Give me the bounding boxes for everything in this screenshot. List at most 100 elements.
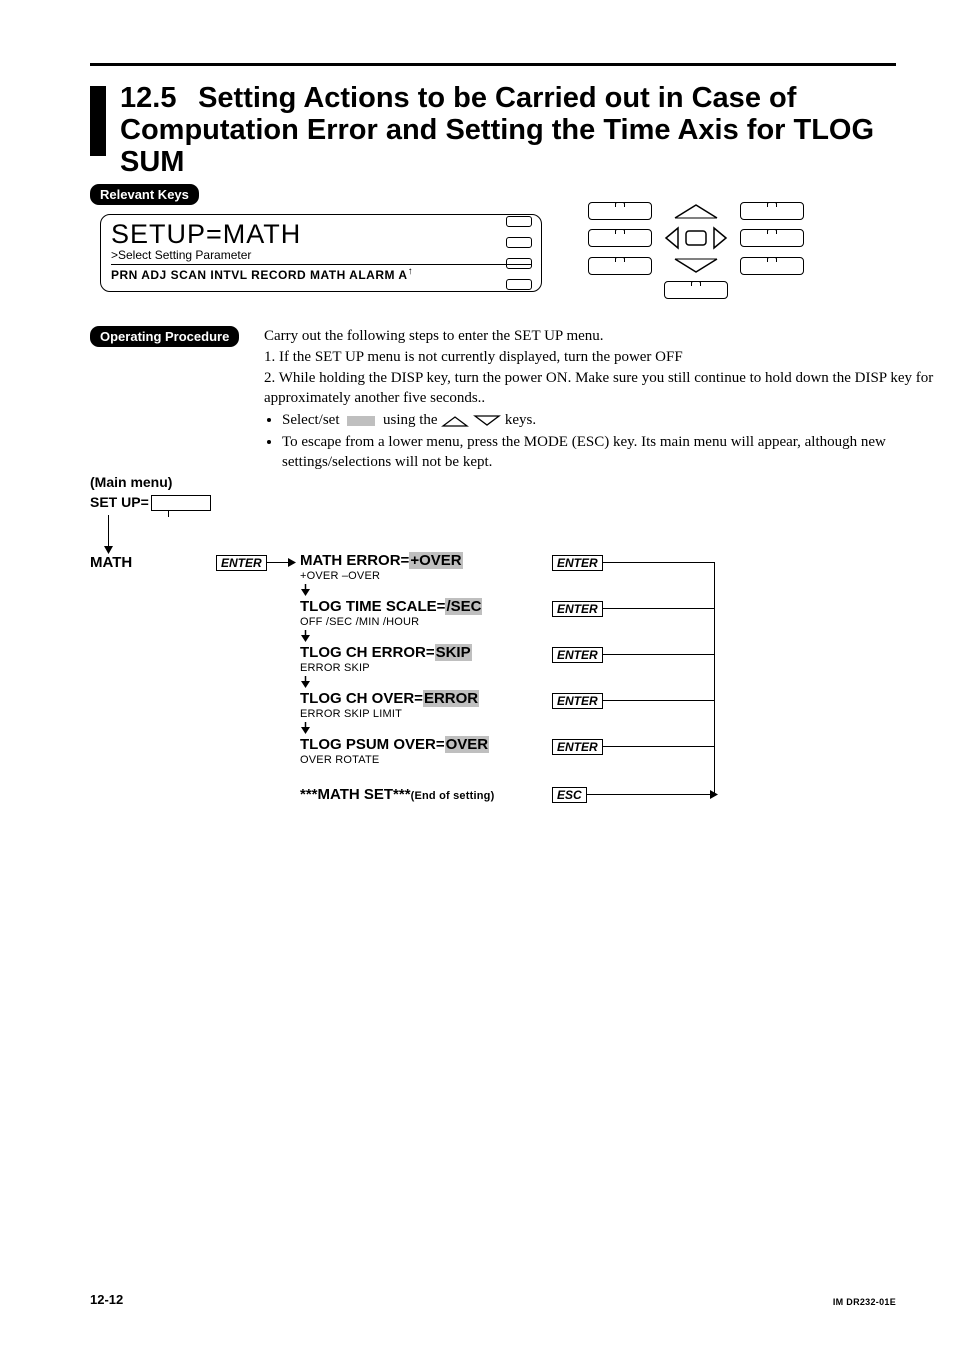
lcd-divider xyxy=(111,264,531,265)
keypad xyxy=(582,201,810,304)
key-r2c1 xyxy=(588,229,652,247)
down-arrow-r3 xyxy=(301,722,310,734)
param-row-4: TLOG PSUM OVER=OVER OVER ROTATE xyxy=(300,736,489,766)
end-row: ***MATH SET***(End of setting) xyxy=(300,786,494,804)
side-button-1 xyxy=(506,216,532,227)
key-r3c1 xyxy=(588,257,652,275)
setup-text: SET UP= xyxy=(90,494,149,510)
enter-row-4: ENTER xyxy=(552,738,603,756)
flow-hline-r0 xyxy=(602,562,714,563)
param-row-1: TLOG TIME SCALE=/SEC OFF /SEC /MIN /HOUR xyxy=(300,598,482,628)
main-menu-label: (Main menu) xyxy=(90,474,934,490)
procedure-step2: 2. While holding the DISP key, turn the … xyxy=(264,368,934,408)
lcd-subtitle: >Select Setting Parameter xyxy=(111,248,531,262)
key-r1c1 xyxy=(588,202,652,220)
param-row-2: TLOG CH ERROR=SKIP ERROR SKIP xyxy=(300,644,472,674)
flow-vline-right xyxy=(714,562,715,794)
lcd-title: SETUP=MATH xyxy=(111,219,531,250)
param-row-0: MATH ERROR=+OVER +OVER –OVER xyxy=(300,552,463,582)
flow-hline-r3 xyxy=(602,700,714,701)
procedure-bullet1: Select/set using the keys. xyxy=(282,410,934,431)
param1-opts: OFF /SEC /MIN /HOUR xyxy=(300,616,482,628)
param0-value: +OVER xyxy=(409,552,462,569)
section-heading: 12.5 Setting Actions to be Carried out i… xyxy=(120,82,896,178)
key-r4c2 xyxy=(664,281,728,299)
key-r3c3 xyxy=(740,257,804,275)
enter-key-1: ENTER xyxy=(216,555,267,571)
arrow-up-key xyxy=(673,206,719,223)
enter-row-2: ENTER xyxy=(552,646,603,664)
enter-key-r0: ENTER xyxy=(552,555,603,571)
param-row-3: TLOG CH OVER=ERROR ERROR SKIP LIMIT xyxy=(300,690,479,720)
enter-row-0: ENTER xyxy=(552,554,603,572)
lcd-side-buttons xyxy=(506,216,532,300)
procedure-intro: Carry out the following steps to enter t… xyxy=(264,326,934,346)
side-button-4 xyxy=(506,279,532,290)
enter-key-r4: ENTER xyxy=(552,739,603,755)
flow-hline-r2 xyxy=(602,654,714,655)
flow-hline-r1 xyxy=(602,608,714,609)
mini-down-icon xyxy=(473,411,501,431)
math-node: MATH xyxy=(90,554,132,571)
end-note: (End of setting) xyxy=(411,790,495,802)
up-arrow-icon: ↑ xyxy=(408,266,414,277)
down-arrow-r0 xyxy=(301,584,310,596)
flow-hline-end xyxy=(586,794,714,795)
down-arrow-r1 xyxy=(301,630,310,642)
procedure-step1: 1. If the SET UP menu is not currently d… xyxy=(264,347,934,367)
lcd-menu: PRN ADJ SCAN INTVL RECORD MATH ALARM A↑ xyxy=(111,266,531,282)
param3-label: TLOG CH OVER= xyxy=(300,690,423,707)
operating-procedure-pill: Operating Procedure xyxy=(90,326,239,347)
section-bar xyxy=(90,86,106,156)
esc-key: ESC xyxy=(552,787,587,803)
down-arrow-r2 xyxy=(301,676,310,688)
enter-key-r3: ENTER xyxy=(552,693,603,709)
enter-row-1: ENTER xyxy=(552,600,603,618)
param4-value: OVER xyxy=(445,736,490,753)
enter-key-r2: ENTER xyxy=(552,647,603,663)
param1-value: /SEC xyxy=(445,598,482,615)
right-arrow-icon xyxy=(288,558,297,567)
param2-value: SKIP xyxy=(435,644,472,661)
procedure-bullet2: To escape from a lower menu, press the M… xyxy=(282,432,934,472)
mini-up-icon xyxy=(441,411,469,431)
right-arrow-end-icon xyxy=(710,790,719,799)
flow-hline-r4 xyxy=(602,746,714,747)
param3-value: ERROR xyxy=(423,690,479,707)
side-button-3 xyxy=(506,258,532,269)
section-title: Setting Actions to be Carried out in Cas… xyxy=(120,82,874,178)
key-r2c3 xyxy=(740,229,804,247)
enter-1: ENTER xyxy=(216,554,267,572)
param2-label: TLOG CH ERROR= xyxy=(300,644,435,661)
enter-key-r1: ENTER xyxy=(552,601,603,617)
bullet1-b: using the xyxy=(379,412,441,428)
param1-label: TLOG TIME SCALE= xyxy=(300,598,445,615)
top-rule xyxy=(90,63,896,66)
footer-doc-id: IM DR232-01E xyxy=(833,1297,896,1307)
relevant-keys-pill: Relevant Keys xyxy=(90,184,199,205)
section-number: 12.5 xyxy=(120,82,190,114)
param3-opts: ERROR SKIP LIMIT xyxy=(300,708,479,720)
end-label: ***MATH SET*** xyxy=(300,786,411,803)
esc-row: ESC xyxy=(552,786,587,804)
bullet1-a: Select/set xyxy=(282,412,343,428)
flow-diagram: (Main menu) SET UP= MATH ENTER MATH ERRO… xyxy=(90,474,934,511)
param4-opts: OVER ROTATE xyxy=(300,754,489,766)
operating-procedure-label: Operating Procedure xyxy=(100,329,229,344)
setup-label: SET UP= xyxy=(90,494,934,511)
setup-box xyxy=(151,495,211,511)
footer-page-number: 12-12 xyxy=(90,1292,123,1307)
diamond-keys xyxy=(664,238,728,255)
key-r1c3 xyxy=(740,202,804,220)
procedure-text: Carry out the following steps to enter t… xyxy=(264,326,934,473)
param0-opts: +OVER –OVER xyxy=(300,570,463,582)
bullet1-c: keys. xyxy=(505,412,536,428)
param0-label: MATH ERROR= xyxy=(300,552,409,569)
lcd-panel: SETUP=MATH >Select Setting Parameter PRN… xyxy=(100,214,542,292)
relevant-keys-label: Relevant Keys xyxy=(100,187,189,202)
enter-row-3: ENTER xyxy=(552,692,603,710)
arrow-down-key xyxy=(673,261,719,278)
lcd-menu-text: PRN ADJ SCAN INTVL RECORD MATH ALARM A xyxy=(111,268,408,282)
param4-label: TLOG PSUM OVER= xyxy=(300,736,445,753)
param2-opts: ERROR SKIP xyxy=(300,662,472,674)
